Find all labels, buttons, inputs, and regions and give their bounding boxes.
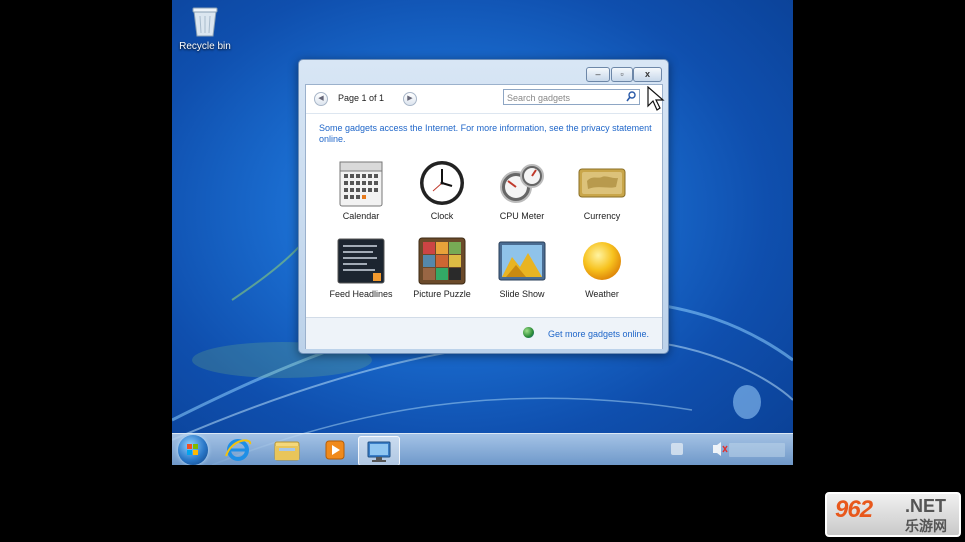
taskbar-internet-explorer[interactable] xyxy=(218,436,258,464)
clock-icon xyxy=(418,159,466,207)
gadget-currency[interactable]: Currency xyxy=(562,159,642,221)
gadget-picture-puzzle[interactable]: Picture Puzzle xyxy=(402,237,482,299)
gadget-label: Currency xyxy=(583,211,621,221)
system-tray xyxy=(671,442,785,457)
gadget-weather[interactable]: Weather xyxy=(562,237,642,299)
page-navigator: ◀ Page 1 of 1 ▶ xyxy=(314,91,418,107)
gadget-cpu-meter[interactable]: CPU Meter xyxy=(482,159,562,221)
recycle-bin-icon xyxy=(190,4,220,38)
watermark-suffix: .NET xyxy=(905,496,947,516)
currency-icon xyxy=(578,159,626,207)
next-page-button[interactable]: ▶ xyxy=(403,92,417,106)
gadget-slide-show[interactable]: Slide Show xyxy=(482,237,562,299)
media-player-icon xyxy=(325,440,345,460)
header-divider xyxy=(306,113,662,114)
gadgets-icon xyxy=(367,441,391,462)
windows-logo-icon xyxy=(187,444,198,455)
site-watermark: 962 .NET 乐游网 xyxy=(825,492,961,537)
taskbar-media-player[interactable] xyxy=(315,436,355,464)
gadget-label: Slide Show xyxy=(499,289,545,299)
gadget-feed-headlines[interactable]: Feed Headlines xyxy=(321,237,401,299)
gadget-calendar[interactable]: Calendar xyxy=(321,159,401,221)
taskbar xyxy=(172,433,793,465)
recycle-bin[interactable]: Recycle bin xyxy=(176,4,234,52)
picture-puzzle-icon xyxy=(418,237,466,285)
search-icon[interactable] xyxy=(626,91,636,103)
gadget-label: Picture Puzzle xyxy=(413,289,471,299)
weather-icon xyxy=(578,237,626,285)
get-more-gadgets-link[interactable]: Get more gadgets online. xyxy=(548,329,649,339)
close-button[interactable]: x xyxy=(633,67,662,82)
search-gadgets-input[interactable]: Search gadgets xyxy=(503,89,640,105)
gadget-label: Feed Headlines xyxy=(329,289,393,299)
internet-explorer-icon xyxy=(225,439,251,461)
minimize-button[interactable]: – xyxy=(586,67,610,82)
gadget-gallery-content: ◀ Page 1 of 1 ▶ Search gadgets Some gadg… xyxy=(305,84,663,349)
gadget-label: Clock xyxy=(430,211,454,221)
start-button[interactable] xyxy=(178,435,208,465)
taskbar-gadgets[interactable] xyxy=(358,436,400,465)
calendar-icon xyxy=(337,159,385,207)
globe-icon xyxy=(523,327,534,338)
maximize-button[interactable]: ▫ xyxy=(611,67,633,82)
taskbar-file-explorer[interactable] xyxy=(267,436,307,464)
file-explorer-icon xyxy=(274,441,300,461)
slide-show-icon xyxy=(498,237,546,285)
cpu-meter-icon xyxy=(498,159,546,207)
gadget-gallery-window: – ▫ x ◀ Page 1 of 1 ▶ Search gadgets Som… xyxy=(298,59,669,354)
gadget-label: Calendar xyxy=(342,211,380,221)
feed-headlines-icon xyxy=(337,237,385,285)
watermark-chinese: 乐游网 xyxy=(905,519,947,535)
search-placeholder: Search gadgets xyxy=(507,93,571,103)
gadget-clock[interactable]: Clock xyxy=(402,159,482,221)
mouse-cursor-icon xyxy=(647,86,665,111)
watermark-number: 962 xyxy=(835,496,873,523)
gadget-label: Weather xyxy=(585,289,619,299)
recycle-bin-label: Recycle bin xyxy=(179,41,231,52)
previous-page-button[interactable]: ◀ xyxy=(314,92,328,106)
gadget-label: CPU Meter xyxy=(499,211,545,221)
desktop: Recycle bin – ▫ x ◀ Page 1 of 1 ▶ Search… xyxy=(172,0,793,465)
gallery-footer: Get more gadgets online. xyxy=(306,317,662,349)
privacy-notice-link[interactable]: Some gadgets access the Internet. For mo… xyxy=(319,123,659,145)
page-label: Page 1 of 1 xyxy=(338,93,385,103)
